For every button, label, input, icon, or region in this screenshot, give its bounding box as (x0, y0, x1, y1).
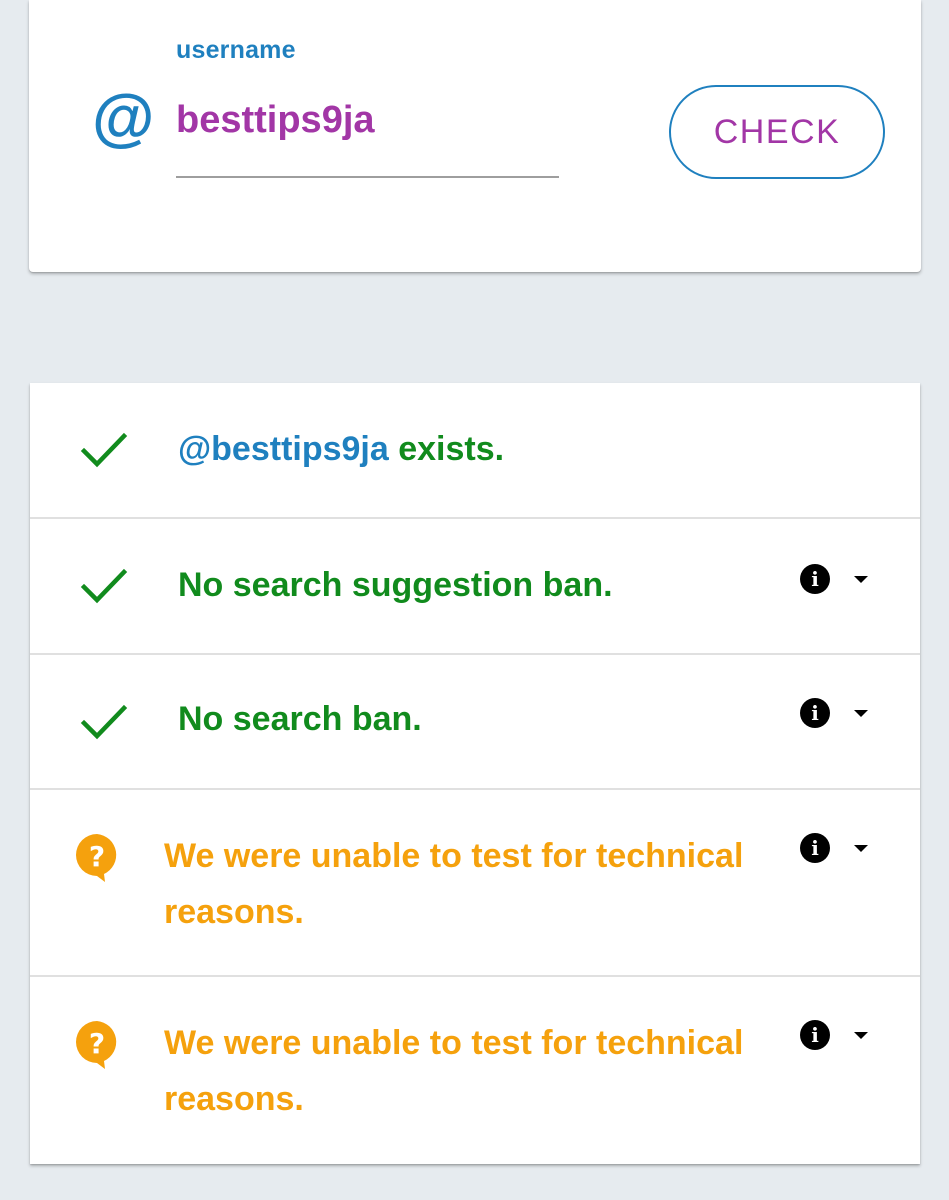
exists-text: exists. (398, 430, 505, 468)
check-button[interactable]: CHECK (669, 85, 885, 179)
username-handle: @besttips9ja (178, 430, 389, 468)
results-card: @besttips9ja exists. No search suggestio… (30, 383, 920, 1164)
question-bubble-icon: ? (76, 1021, 117, 1069)
result-text: We were unable to test for technical rea… (164, 837, 744, 931)
result-text: @besttips9ja exists. (178, 421, 504, 477)
expand-details-button[interactable]: i (800, 828, 880, 868)
result-row-exists: @besttips9ja exists. (30, 383, 920, 519)
result-text: No search suggestion ban. (178, 566, 613, 604)
result-row-ghost-ban: ? We were unable to test for technical r… (30, 790, 920, 977)
username-field[interactable] (176, 92, 559, 178)
result-row-suggestion-ban: No search suggestion ban. i (30, 519, 920, 655)
username-input[interactable] (176, 98, 559, 144)
check-icon (80, 568, 128, 604)
at-sign-icon: @ (91, 82, 154, 154)
expand-details-button[interactable]: i (800, 559, 880, 599)
username-search-card: username @ CHECK (29, 0, 921, 272)
caret-down-icon (854, 709, 868, 717)
result-text: No search ban. (178, 700, 422, 738)
info-icon: i (800, 564, 830, 594)
caret-down-icon (854, 844, 868, 852)
result-text: We were unable to test for technical rea… (164, 1024, 744, 1118)
result-row-search-ban: No search ban. i (30, 655, 920, 790)
result-row-reply-deboosting: ? We were unable to test for technical r… (30, 977, 920, 1164)
expand-details-button[interactable]: i (800, 693, 880, 733)
expand-details-button[interactable]: i (800, 1015, 880, 1055)
info-icon: i (800, 698, 830, 728)
check-icon (80, 432, 128, 468)
info-icon: i (800, 833, 830, 863)
info-icon: i (800, 1020, 830, 1050)
question-bubble-icon: ? (76, 834, 117, 882)
svg-text:?: ? (89, 1027, 105, 1060)
caret-down-icon (854, 1031, 868, 1039)
svg-text:?: ? (89, 840, 105, 873)
username-field-label: username (176, 36, 296, 64)
caret-down-icon (854, 575, 868, 583)
check-icon (80, 704, 128, 740)
